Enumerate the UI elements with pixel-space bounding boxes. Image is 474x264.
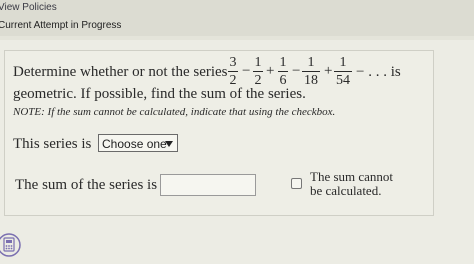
- chevron-down-icon: [165, 141, 173, 147]
- attempt-status: Current Attempt in Progress: [0, 20, 122, 31]
- fraction-bar: [334, 71, 352, 72]
- cannot-calculate-line-1: The sum cannot: [310, 169, 394, 184]
- calculator-icon[interactable]: [0, 232, 22, 258]
- question-prefix: Determine whether or not the series: [13, 64, 228, 80]
- term-3: 1 6: [278, 55, 288, 88]
- fraction-bar: [253, 71, 263, 72]
- operator-1: −: [242, 63, 251, 79]
- operator-2: +: [266, 63, 275, 79]
- term-5-numerator: 1: [339, 55, 347, 70]
- term-2-numerator: 1: [254, 55, 262, 70]
- series-type-label: This series is: [13, 136, 92, 152]
- series-type-selected: Choose one: [102, 137, 167, 151]
- term-1-numerator: 3: [229, 55, 237, 70]
- cannot-calculate-checkbox[interactable]: [291, 178, 302, 189]
- question-note: NOTE: If the sum cannot be calculated, i…: [13, 106, 336, 118]
- term-1: 3 2: [228, 55, 238, 88]
- fraction-bar: [302, 71, 320, 72]
- fraction-bar: [278, 71, 288, 72]
- term-3-numerator: 1: [279, 55, 287, 70]
- fraction-bar: [228, 71, 238, 72]
- term-4-numerator: 1: [307, 55, 315, 70]
- top-bar: View Policies Current Attempt in Progres…: [0, 0, 474, 36]
- term-5-denominator: 54: [336, 73, 350, 88]
- sum-input[interactable]: [160, 174, 256, 196]
- term-2: 1 2: [253, 55, 263, 88]
- operator-3: −: [292, 63, 301, 79]
- cannot-calculate-label: The sum cannot be calculated.: [310, 170, 393, 198]
- operator-4: +: [324, 63, 333, 79]
- series-type-select[interactable]: Choose one: [98, 134, 178, 152]
- term-4: 1 18: [302, 55, 320, 88]
- sum-label: The sum of the series is: [15, 177, 158, 193]
- question-line-2: geometric. If possible, find the sum of …: [13, 86, 306, 102]
- term-5: 1 54: [334, 55, 352, 88]
- view-policies-link[interactable]: View Policies: [0, 2, 57, 13]
- question-suffix: − . . . is: [356, 64, 401, 80]
- cannot-calculate-line-2: be calculated.: [310, 183, 382, 198]
